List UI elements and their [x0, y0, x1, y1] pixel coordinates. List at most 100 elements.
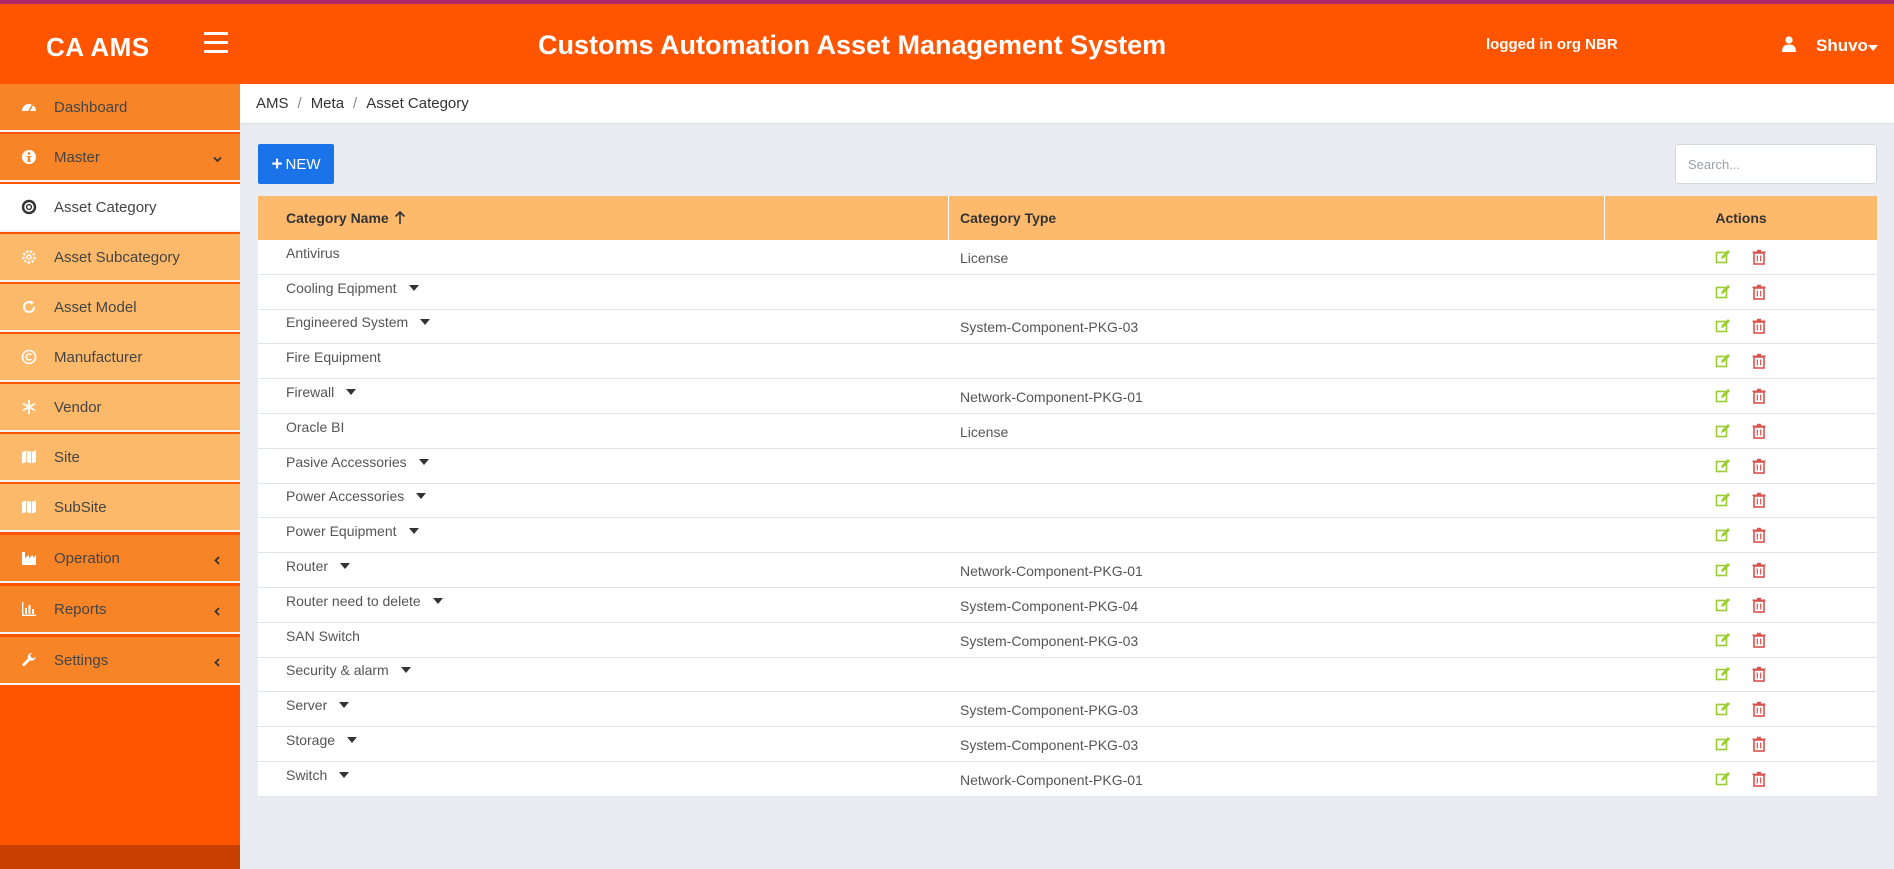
sidebar-item-asset-category[interactable]: Asset Category: [0, 184, 240, 232]
cell-actions: [1605, 553, 1877, 587]
delete-icon[interactable]: [1751, 736, 1767, 752]
sidebar-item-subsite[interactable]: SubSite: [0, 484, 240, 532]
table-row[interactable]: Engineered System System-Component-PKG-03: [258, 310, 1877, 345]
expand-caret-icon[interactable]: [400, 667, 411, 674]
table-row[interactable]: Firewall Network-Component-PKG-01: [258, 379, 1877, 414]
expand-caret-icon[interactable]: [339, 771, 350, 778]
asset-category-table: Category Name Category Type Actions Anti…: [258, 196, 1877, 797]
breadcrumb-item-meta[interactable]: Meta: [311, 95, 344, 112]
expand-caret-icon[interactable]: [346, 389, 357, 396]
table-row[interactable]: SAN Switch System-Component-PKG-03: [258, 623, 1877, 658]
expand-caret-icon[interactable]: [418, 458, 429, 465]
table-row[interactable]: Power Accessories: [258, 484, 1877, 519]
sidebar-item-site[interactable]: Site: [0, 434, 240, 482]
delete-icon[interactable]: [1751, 458, 1767, 474]
delete-icon[interactable]: [1751, 318, 1767, 335]
sidebar-item-operation[interactable]: Operation: [0, 535, 240, 583]
cell-category-type: [949, 449, 1605, 483]
category-name: Fire Equipment: [286, 349, 381, 366]
expand-caret-icon[interactable]: [432, 597, 443, 604]
expand-caret-icon[interactable]: [416, 493, 427, 500]
chevron-left-icon: [213, 552, 222, 565]
sort-ascending-icon: [394, 211, 405, 224]
table-row[interactable]: Fire Equipment: [258, 344, 1877, 380]
edit-icon[interactable]: [1715, 632, 1731, 648]
column-header-category-type[interactable]: Category Type: [949, 196, 1605, 240]
sidebar-item-master[interactable]: Master: [0, 134, 240, 182]
delete-icon[interactable]: [1751, 597, 1767, 613]
delete-icon[interactable]: [1751, 423, 1767, 439]
table-row[interactable]: Power Equipment: [258, 518, 1877, 554]
edit-icon[interactable]: [1715, 666, 1731, 682]
cell-category-name: Cooling Eqipment: [258, 275, 949, 309]
edit-icon[interactable]: [1715, 458, 1731, 474]
menu-toggle-icon[interactable]: [204, 32, 228, 53]
expand-caret-icon[interactable]: [420, 319, 431, 326]
edit-icon[interactable]: [1715, 388, 1731, 404]
edit-icon[interactable]: [1715, 284, 1731, 300]
expand-caret-icon[interactable]: [408, 528, 419, 535]
delete-icon[interactable]: [1751, 353, 1767, 370]
sidebar-item-dashboard[interactable]: Dashboard: [0, 84, 240, 132]
delete-icon[interactable]: [1751, 388, 1767, 404]
delete-icon[interactable]: [1751, 771, 1767, 787]
user-menu[interactable]: Shuvo: [1816, 36, 1868, 56]
edit-icon[interactable]: [1715, 597, 1731, 613]
sidebar-item-asset-model[interactable]: Asset Model: [0, 284, 240, 332]
table-row[interactable]: Router Network-Component-PKG-01: [258, 553, 1877, 588]
delete-icon[interactable]: [1751, 284, 1767, 300]
edit-icon[interactable]: [1715, 701, 1731, 717]
edit-icon[interactable]: [1715, 249, 1731, 265]
delete-icon[interactable]: [1751, 632, 1767, 648]
table-row[interactable]: Storage System-Component-PKG-03: [258, 727, 1877, 762]
delete-icon[interactable]: [1751, 249, 1767, 265]
table-row[interactable]: Cooling Eqipment: [258, 275, 1877, 310]
delete-icon[interactable]: [1751, 701, 1767, 718]
sidebar-item-label: Master: [54, 148, 100, 166]
edit-icon[interactable]: [1715, 353, 1731, 369]
edit-icon[interactable]: [1715, 423, 1731, 439]
sidebar-item-settings[interactable]: Settings: [0, 637, 240, 685]
chevron-down-icon[interactable]: [1868, 45, 1878, 51]
table-row[interactable]: Pasive Accessories: [258, 449, 1877, 484]
edit-icon[interactable]: [1715, 527, 1731, 543]
delete-icon[interactable]: [1751, 666, 1767, 683]
new-button-label: NEW: [285, 155, 321, 173]
new-button[interactable]: + NEW: [258, 144, 334, 184]
edit-icon[interactable]: [1715, 771, 1731, 787]
sidebar-item-reports[interactable]: Reports: [0, 586, 240, 634]
sidebar-item-manufacturer[interactable]: Manufacturer: [0, 334, 240, 382]
table-row[interactable]: Server System-Component-PKG-03: [258, 692, 1877, 728]
table-row[interactable]: Router need to delete System-Component-PK…: [258, 588, 1877, 623]
cell-category-name: Pasive Accessories: [258, 449, 949, 483]
breadcrumb: AMS / Meta / Asset Category: [240, 84, 1894, 124]
cell-actions: [1605, 240, 1877, 274]
chevron-left-icon: [213, 654, 222, 667]
delete-icon[interactable]: [1751, 492, 1767, 509]
edit-icon[interactable]: [1715, 318, 1731, 334]
table-row[interactable]: Antivirus License: [258, 240, 1877, 275]
edit-icon[interactable]: [1715, 492, 1731, 508]
breadcrumb-item-ams[interactable]: AMS: [256, 95, 289, 112]
expand-caret-icon[interactable]: [347, 737, 358, 744]
sidebar-item-label: Asset Subcategory: [54, 248, 180, 266]
table-row[interactable]: Oracle BI License: [258, 414, 1877, 449]
delete-icon[interactable]: [1751, 562, 1767, 578]
cell-category-name: Oracle BI: [258, 414, 949, 448]
app-brand[interactable]: CA AMS: [46, 32, 150, 63]
sidebar-item-label: Reports: [54, 600, 107, 618]
edit-icon[interactable]: [1715, 736, 1731, 752]
cell-category-name: Firewall: [258, 379, 949, 413]
table-row[interactable]: Switch Network-Component-PKG-01: [258, 762, 1877, 797]
edit-icon[interactable]: [1715, 562, 1731, 578]
sidebar-item-asset-subcategory[interactable]: Asset Subcategory: [0, 234, 240, 282]
column-header-category-name[interactable]: Category Name: [258, 196, 949, 240]
search-input[interactable]: [1675, 144, 1877, 184]
cell-category-type: Network-Component-PKG-01: [960, 771, 1143, 788]
expand-caret-icon[interactable]: [408, 284, 419, 291]
table-row[interactable]: Security & alarm: [258, 658, 1877, 693]
expand-caret-icon[interactable]: [340, 563, 351, 570]
sidebar-item-vendor[interactable]: Vendor: [0, 384, 240, 432]
delete-icon[interactable]: [1751, 527, 1767, 544]
expand-caret-icon[interactable]: [339, 702, 350, 709]
